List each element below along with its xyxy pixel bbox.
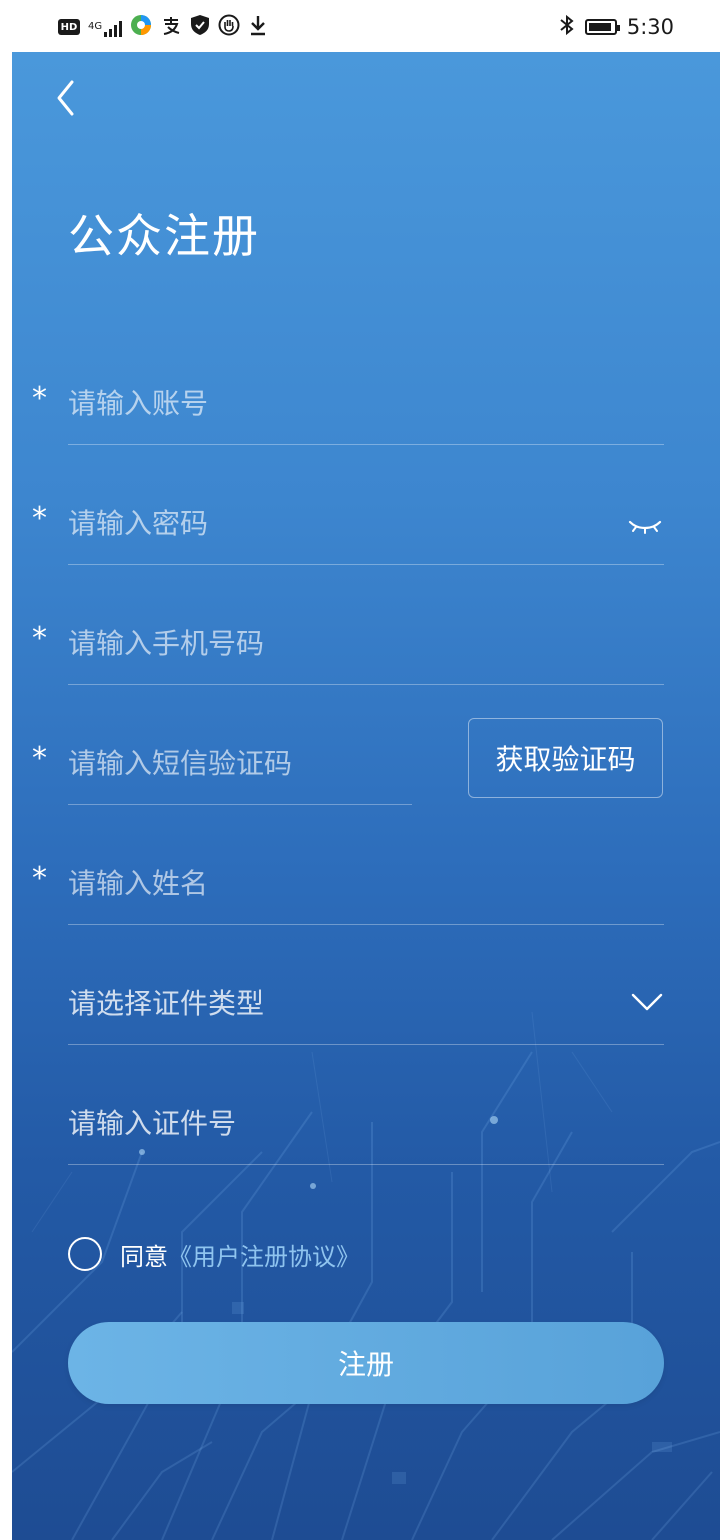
- bluetooth-icon: [559, 14, 575, 41]
- account-input[interactable]: 请输入账号: [68, 382, 208, 422]
- field-underline: [68, 564, 664, 565]
- name-input[interactable]: 请输入姓名: [68, 862, 208, 902]
- battery-icon: [584, 19, 620, 35]
- agree-radio[interactable]: [68, 1237, 102, 1271]
- required-mark: *: [32, 501, 47, 536]
- sms-code-field[interactable]: * 请输入短信验证码: [32, 718, 412, 838]
- get-code-button[interactable]: 获取验证码: [468, 718, 663, 798]
- status-icons-right: 5:30: [559, 14, 674, 40]
- register-button[interactable]: 注册: [68, 1322, 664, 1404]
- eye-closed-icon[interactable]: [628, 516, 662, 536]
- field-underline: [68, 804, 412, 805]
- id-type-select[interactable]: 请选择证件类型: [32, 958, 664, 1078]
- field-underline: [68, 684, 664, 685]
- password-input[interactable]: 请输入密码: [68, 502, 208, 542]
- user-agreement-link[interactable]: 《用户注册协议》: [168, 1237, 360, 1272]
- agree-label: 同意: [120, 1242, 168, 1271]
- id-type-placeholder: 请选择证件类型: [68, 987, 265, 1020]
- required-mark: *: [32, 861, 47, 896]
- field-underline: [68, 1164, 664, 1165]
- field-underline: [68, 1044, 664, 1045]
- phone-field[interactable]: * 请输入手机号码: [32, 598, 664, 718]
- chevron-down-icon[interactable]: [630, 990, 664, 1014]
- download-icon: [248, 14, 268, 40]
- back-button[interactable]: [50, 76, 90, 120]
- required-mark: *: [32, 741, 47, 776]
- status-time: 5:30: [626, 15, 674, 39]
- status-icons-left: HD 4G: [58, 14, 268, 40]
- register-screen: 公众注册 * 请输入账号 * 请输入密码 * 请输入手机号码 * 请输入短信验证…: [12, 52, 720, 1540]
- signal-icon: 4G: [88, 17, 123, 37]
- name-field[interactable]: * 请输入姓名: [32, 838, 664, 958]
- shield-icon: [190, 14, 210, 40]
- sms-code-input[interactable]: 请输入短信验证码: [68, 742, 292, 782]
- hd-icon: HD: [58, 19, 80, 35]
- chevron-left-icon: [57, 80, 74, 116]
- alipay-icon: [160, 14, 182, 40]
- hand-icon: [218, 14, 240, 40]
- id-number-input[interactable]: 请输入证件号: [68, 1102, 236, 1142]
- network-type-label: 4G: [88, 21, 103, 32]
- field-underline: [68, 444, 664, 445]
- phone-input[interactable]: 请输入手机号码: [68, 622, 264, 662]
- field-underline: [68, 924, 664, 925]
- password-field[interactable]: * 请输入密码: [32, 478, 664, 598]
- required-mark: *: [32, 381, 47, 416]
- id-number-field[interactable]: 请输入证件号: [32, 1078, 664, 1198]
- status-bar: HD 4G 5:30: [0, 0, 722, 52]
- required-mark: *: [32, 621, 47, 656]
- agreement-row: 同意 《用户注册协议》: [68, 1234, 360, 1274]
- page-title: 公众注册: [68, 209, 260, 263]
- account-field[interactable]: * 请输入账号: [32, 358, 664, 478]
- app-icon: [130, 14, 152, 40]
